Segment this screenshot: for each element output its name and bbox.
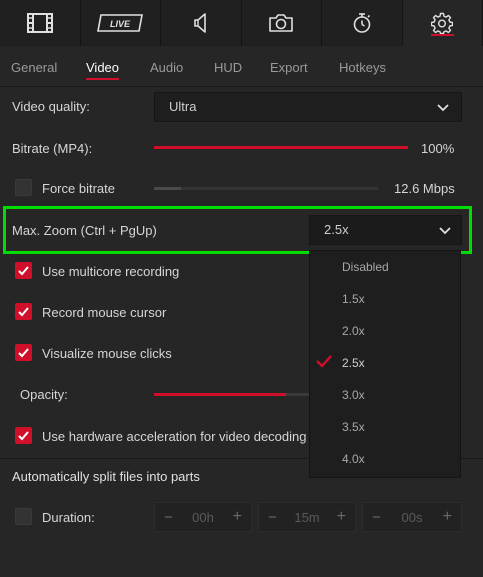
checkmark-icon (316, 355, 332, 368)
camera-icon (269, 14, 294, 32)
force-bitrate-slider[interactable] (154, 187, 378, 190)
highlight-box (3, 206, 472, 254)
tab-general[interactable]: General (11, 60, 57, 75)
tab-hud[interactable]: HUD (214, 60, 242, 75)
multicore-checkbox[interactable] (15, 262, 32, 279)
hw-accel-checkbox[interactable] (15, 427, 32, 444)
bitrate-slider-fill (154, 146, 408, 149)
screenshot-button[interactable] (241, 0, 322, 46)
mouse-clicks-label: Visualize mouse clicks (42, 346, 172, 361)
dropdown-option[interactable]: 1.5x (342, 292, 365, 306)
settings-button[interactable] (402, 0, 483, 46)
settings-tabs: General Video Audio HUD Export Hotkeys (0, 46, 483, 86)
checkmark-icon (18, 266, 29, 276)
seconds-increment-button[interactable]: + (443, 508, 452, 526)
speaker-icon (193, 13, 206, 33)
multicore-label: Use multicore recording (42, 264, 180, 279)
tabs-divider (0, 86, 483, 87)
hw-accel-label: Use hardware acceleration for video deco… (42, 429, 307, 444)
dropdown-option[interactable]: 4.0x (342, 452, 365, 466)
minutes-increment-button[interactable]: + (337, 508, 346, 526)
force-bitrate-slider-fill (154, 187, 181, 190)
dropdown-option[interactable]: 2.0x (342, 324, 365, 338)
checkmark-icon (18, 307, 29, 317)
duration-label: Duration: (42, 510, 95, 525)
live-icon: LIVE (97, 14, 144, 32)
opacity-slider-fill (154, 393, 286, 396)
opacity-label: Opacity: (20, 387, 68, 402)
top-toolbar: LIVE (0, 0, 483, 46)
mouse-cursor-checkbox[interactable] (15, 303, 32, 320)
live-icon-label: LIVE (110, 19, 131, 29)
bitrate-value: 100% (421, 141, 455, 156)
video-quality-select[interactable]: Ultra (154, 92, 462, 122)
audio-button[interactable] (161, 0, 242, 46)
live-button[interactable]: LIVE (80, 0, 161, 46)
max-zoom-dropdown-list: Disabled 1.5x 2.0x 2.5x 3.0x 3.5x 4.0x (309, 250, 461, 478)
dropdown-option-selected[interactable]: 2.5x (342, 356, 365, 370)
hours-increment-button[interactable]: + (233, 508, 242, 526)
stopwatch-icon (353, 13, 371, 33)
mouse-cursor-label: Record mouse cursor (42, 305, 167, 320)
dropdown-option[interactable]: 3.5x (342, 420, 365, 434)
tab-hotkeys[interactable]: Hotkeys (339, 60, 386, 75)
minutes-stepper[interactable]: − 15m + (258, 502, 356, 532)
timer-button[interactable] (322, 0, 403, 46)
checkmark-icon (18, 431, 29, 441)
dropdown-option[interactable]: 3.0x (342, 388, 365, 402)
force-bitrate-value: 12.6 Mbps (394, 181, 455, 196)
bitrate-label: Bitrate (MP4): (12, 141, 93, 156)
video-quality-label: Video quality: (12, 99, 90, 114)
checkmark-icon (18, 348, 29, 358)
hours-stepper[interactable]: − 00h + (154, 502, 252, 532)
tab-video[interactable]: Video (86, 60, 120, 80)
split-section-title: Automatically split files into parts (12, 469, 200, 484)
seconds-stepper[interactable]: − 00s + (362, 502, 462, 532)
tab-export[interactable]: Export (270, 60, 308, 75)
duration-checkbox[interactable] (15, 508, 32, 525)
tab-audio[interactable]: Audio (150, 60, 183, 75)
chevron-down-icon (437, 104, 449, 112)
video-quality-value: Ultra (169, 99, 197, 114)
dropdown-option[interactable]: Disabled (342, 260, 389, 274)
film-icon (26, 13, 53, 33)
mouse-clicks-checkbox[interactable] (15, 344, 32, 361)
gear-icon (431, 12, 454, 34)
film-button[interactable] (0, 0, 81, 46)
force-bitrate-label: Force bitrate (42, 181, 115, 196)
force-bitrate-checkbox[interactable] (15, 179, 32, 196)
